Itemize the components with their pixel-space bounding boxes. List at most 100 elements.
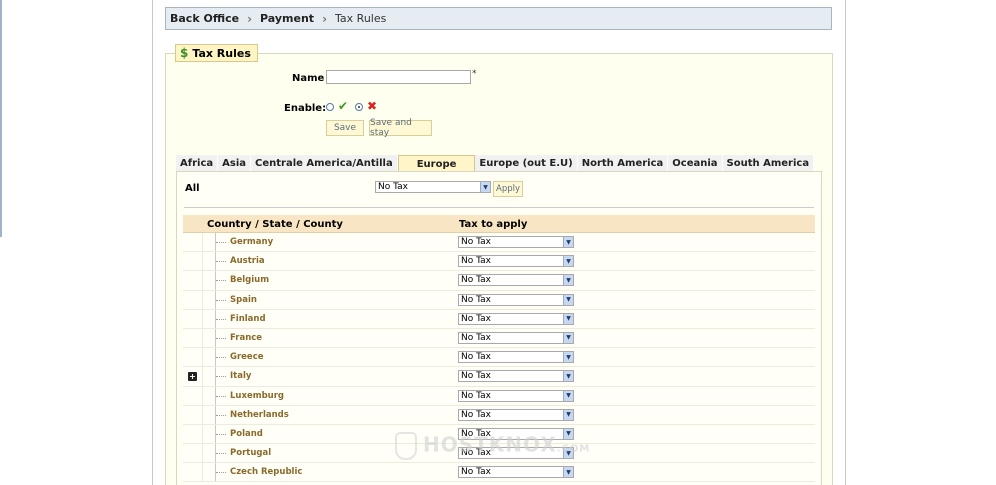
tax-select-value: No Tax	[461, 237, 491, 247]
watermark-domain: .COM	[556, 443, 591, 455]
chevron-down-icon: ▼	[563, 256, 573, 267]
column-tax: Tax to apply	[459, 219, 528, 230]
apply-all-select[interactable]: No Tax ▼	[375, 181, 491, 193]
table-row: Spain No Tax ▼	[183, 290, 815, 310]
breadcrumb: Back Office › Payment › Tax Rules	[165, 7, 832, 30]
tax-select[interactable]: No Tax ▼	[458, 466, 574, 479]
tab-south-america[interactable]: South America	[722, 155, 815, 171]
country-name[interactable]: Austria	[230, 256, 265, 266]
country-name[interactable]: Portugal	[230, 448, 271, 458]
region-tabs: Africa Asia Centrale America/Antilla Eur…	[176, 155, 815, 172]
breadcrumb-back-office[interactable]: Back Office	[170, 12, 239, 25]
table-row: Netherlands No Tax ▼	[183, 405, 815, 425]
tax-select[interactable]: No Tax ▼	[458, 331, 574, 344]
tax-select[interactable]: No Tax ▼	[458, 312, 574, 325]
tax-select-value: No Tax	[461, 409, 491, 420]
tax-select-value: No Tax	[461, 256, 491, 267]
tax-select[interactable]: No Tax ▼	[458, 274, 574, 287]
country-name[interactable]: Greece	[230, 352, 264, 362]
tree-branch	[216, 472, 226, 474]
expand-cell: +	[183, 367, 203, 386]
dollar-icon: $	[180, 46, 189, 60]
expand-cell	[183, 405, 203, 424]
country-name[interactable]: Luxemburg	[230, 391, 284, 401]
check-icon: ✔	[338, 99, 349, 113]
breadcrumb-current: Tax Rules	[335, 12, 387, 25]
watermark: HOSTKNOX.COM	[395, 432, 590, 460]
country-name[interactable]: Poland	[230, 429, 263, 439]
tree-branch	[216, 376, 226, 378]
plus-icon[interactable]: +	[188, 372, 197, 382]
tax-select[interactable]: No Tax ▼	[458, 408, 574, 421]
country-name[interactable]: Belgium	[230, 275, 269, 285]
country-name[interactable]: Finland	[230, 314, 266, 324]
chevron-down-icon: ▼	[563, 390, 573, 401]
apply-all-label: All	[185, 183, 200, 194]
table-row: + Italy No Tax ▼	[183, 367, 815, 387]
expand-cell	[183, 348, 203, 367]
tax-select-value: No Tax	[461, 467, 491, 478]
apply-button[interactable]: Apply	[493, 181, 523, 197]
save-button[interactable]: Save	[326, 120, 364, 136]
country-name[interactable]: Netherlands	[230, 410, 289, 420]
table-header: Country / State / County Tax to apply	[183, 215, 815, 233]
table-row: Greece No Tax ▼	[183, 348, 815, 368]
table-row: Germany No Tax ▼	[183, 233, 815, 253]
tree-branch	[216, 261, 226, 263]
tree-branch	[216, 242, 226, 243]
save-and-stay-button[interactable]: Save and stay	[369, 118, 432, 138]
expand-cell	[183, 233, 203, 252]
country-name[interactable]: Germany	[230, 237, 273, 247]
tax-select[interactable]: No Tax ▼	[458, 370, 574, 383]
name-input[interactable]	[326, 70, 471, 84]
required-mark: *	[472, 69, 477, 79]
section-legend-label: Tax Rules	[192, 46, 251, 60]
tax-select[interactable]: No Tax ▼	[458, 293, 574, 306]
tax-select-value: No Tax	[461, 313, 491, 324]
expand-cell	[183, 424, 203, 444]
tab-central-america[interactable]: Centrale America/Antilla	[251, 155, 398, 171]
country-name[interactable]: Czech Republic	[230, 467, 302, 477]
country-name[interactable]: Italy	[230, 371, 251, 381]
cross-icon: ✖	[367, 99, 378, 113]
expand-cell	[183, 328, 203, 348]
tax-select[interactable]: No Tax ▼	[458, 389, 574, 402]
chevron-down-icon: ▼	[563, 275, 573, 286]
country-name[interactable]: Spain	[230, 295, 257, 305]
chevron-down-icon: ▼	[563, 313, 573, 324]
tab-oceania[interactable]: Oceania	[668, 155, 723, 171]
table-row: Austria No Tax ▼	[183, 252, 815, 272]
tab-asia[interactable]: Asia	[218, 155, 251, 171]
tax-select-value: No Tax	[461, 275, 491, 286]
apply-all-select-value: No Tax	[378, 182, 408, 192]
table-row: Luxemburg No Tax ▼	[183, 386, 815, 406]
section-legend: $ Tax Rules	[175, 44, 258, 62]
chevron-down-icon: ▼	[563, 237, 573, 247]
expand-cell	[183, 252, 203, 271]
country-name[interactable]: France	[230, 333, 262, 343]
enable-yes-radio[interactable]	[326, 103, 334, 111]
tax-select-value: No Tax	[461, 390, 491, 401]
name-label: Name	[292, 73, 325, 84]
chevron-down-icon: ▼	[563, 352, 573, 363]
tax-select-value: No Tax	[461, 352, 491, 363]
tax-select[interactable]: No Tax ▼	[458, 255, 574, 268]
tab-north-america[interactable]: North America	[577, 155, 669, 171]
tree-branch	[216, 337, 226, 339]
tab-europe[interactable]: Europe	[397, 155, 476, 172]
expand-cell	[183, 386, 203, 405]
tree-branch	[216, 433, 226, 435]
tab-africa[interactable]: Africa	[176, 155, 219, 171]
breadcrumb-payment[interactable]: Payment	[260, 12, 314, 25]
expand-cell	[183, 444, 203, 463]
tax-select[interactable]: No Tax ▼	[458, 351, 574, 364]
watermark-logo-icon	[395, 432, 417, 460]
tree-branch	[216, 280, 226, 282]
watermark-brand: HOSTKNOX	[423, 432, 557, 457]
column-country: Country / State / County	[207, 219, 343, 230]
tax-select[interactable]: No Tax ▼	[458, 236, 574, 248]
tab-europe-out-eu[interactable]: Europe (out E.U)	[475, 155, 578, 171]
table-row: France No Tax ▼	[183, 328, 815, 349]
enable-no-radio[interactable]	[355, 103, 363, 111]
tree-branch	[216, 318, 226, 320]
